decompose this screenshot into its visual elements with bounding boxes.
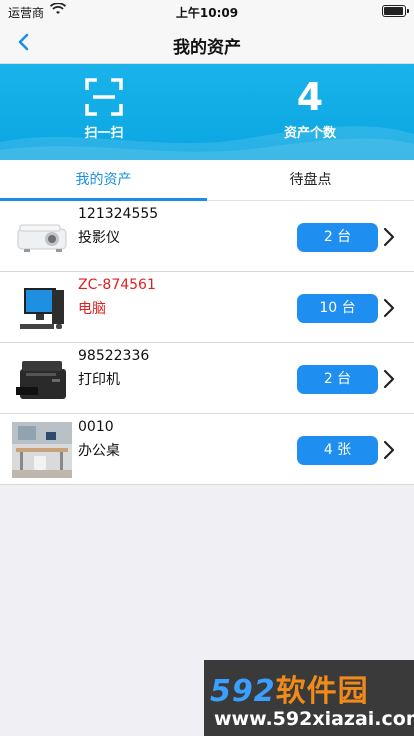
asset-code: 121324555	[78, 206, 159, 222]
quantity-button[interactable]: 4 张	[297, 436, 378, 465]
asset-name: 投影仪	[78, 230, 120, 246]
asset-count-label: 资产个数	[283, 126, 336, 141]
summary-banner: 扫一扫 4 资产个数	[0, 64, 414, 160]
chevron-right-icon[interactable]	[382, 440, 396, 460]
asset-name: 电脑	[78, 301, 106, 317]
scan-button[interactable]: 扫一扫	[60, 78, 148, 141]
scan-icon	[85, 78, 123, 116]
page-title: 我的资产	[173, 38, 241, 58]
asset-count-value: 4	[296, 75, 324, 119]
list-item[interactable]: ZC-874561 电脑 10 台	[0, 272, 414, 343]
watermark-url: www.592xiazai.com	[214, 708, 414, 730]
battery-icon	[382, 5, 409, 17]
computer-image	[12, 280, 72, 336]
asset-list: 121324555 投影仪 2 台 ZC-874561 电脑 10 台 9852…	[0, 201, 414, 485]
list-item[interactable]: 121324555 投影仪 2 台	[0, 201, 414, 272]
quantity-button[interactable]: 2 台	[297, 223, 378, 252]
asset-code: 0010	[78, 419, 114, 435]
scan-label: 扫一扫	[84, 126, 124, 141]
chevron-right-icon[interactable]	[382, 369, 396, 389]
chevron-right-icon[interactable]	[382, 227, 396, 247]
tab-bar: 我的资产 待盘点	[0, 160, 414, 201]
navigation-bar: 我的资产	[0, 22, 414, 64]
asset-code: ZC-874561	[78, 277, 156, 293]
tab-pending-inventory[interactable]: 待盘点	[207, 160, 414, 200]
printer-image	[12, 351, 72, 407]
watermark-brand-text: 软件园	[275, 674, 369, 709]
watermark-brand-digits: 592	[210, 674, 276, 709]
projector-image	[12, 209, 72, 265]
status-bar: 运营商 上午10:09	[0, 0, 414, 22]
watermark-logo: 592软件园 www.592xiazai.com	[204, 660, 414, 736]
asset-count: 4 资产个数	[262, 78, 358, 141]
tab-my-assets[interactable]: 我的资产	[0, 160, 207, 201]
asset-name: 打印机	[78, 372, 120, 388]
desk-image	[12, 422, 72, 478]
list-item[interactable]: 98522336 打印机 2 台	[0, 343, 414, 414]
asset-code: 98522336	[78, 348, 150, 364]
clock: 上午10:09	[175, 6, 239, 20]
chevron-right-icon[interactable]	[382, 298, 396, 318]
watermark-brand: 592软件园	[210, 666, 369, 710]
list-item[interactable]: 0010 办公桌 4 张	[0, 414, 414, 485]
quantity-button[interactable]: 10 台	[297, 294, 378, 323]
quantity-button[interactable]: 2 台	[297, 365, 378, 394]
asset-name: 办公桌	[78, 443, 120, 459]
